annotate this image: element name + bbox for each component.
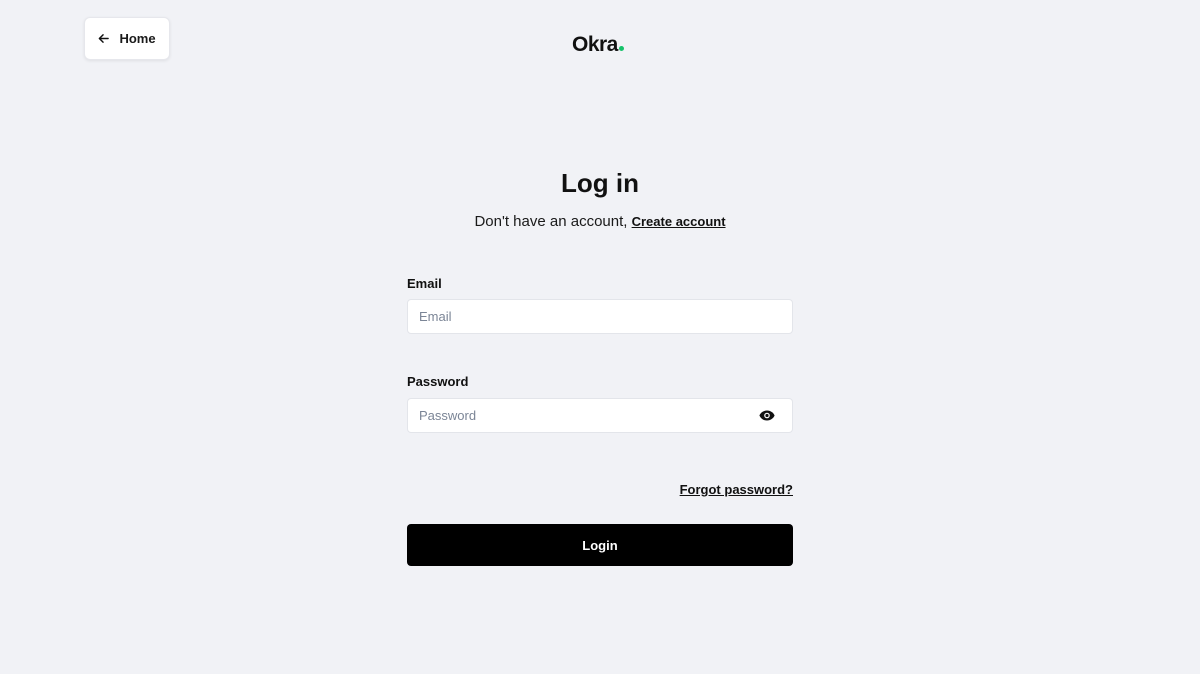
password-input[interactable] (407, 398, 793, 433)
page-title: Log in (561, 168, 639, 198)
email-input[interactable] (407, 299, 793, 334)
eye-icon[interactable] (758, 407, 776, 423)
okra-logo: Okra (572, 33, 624, 57)
logo-dot (618, 46, 624, 51)
password-label: Password (407, 374, 469, 389)
create-account-link[interactable]: Create account (632, 214, 726, 229)
logo-text: Okra (572, 33, 618, 56)
email-label: Email (407, 276, 442, 291)
forgot-password-link[interactable]: Forgot password? (680, 482, 793, 497)
signup-prompt: Don't have an account, Create account (0, 213, 1200, 230)
home-button[interactable]: Home (84, 17, 170, 60)
signup-prompt-text: Don't have an account, (474, 213, 632, 230)
login-button[interactable]: Login (407, 524, 793, 566)
arrow-left-icon (98, 33, 110, 44)
home-button-label: Home (119, 31, 156, 46)
login-page: Home Okra Log in Don't have an account, … (0, 0, 1200, 674)
